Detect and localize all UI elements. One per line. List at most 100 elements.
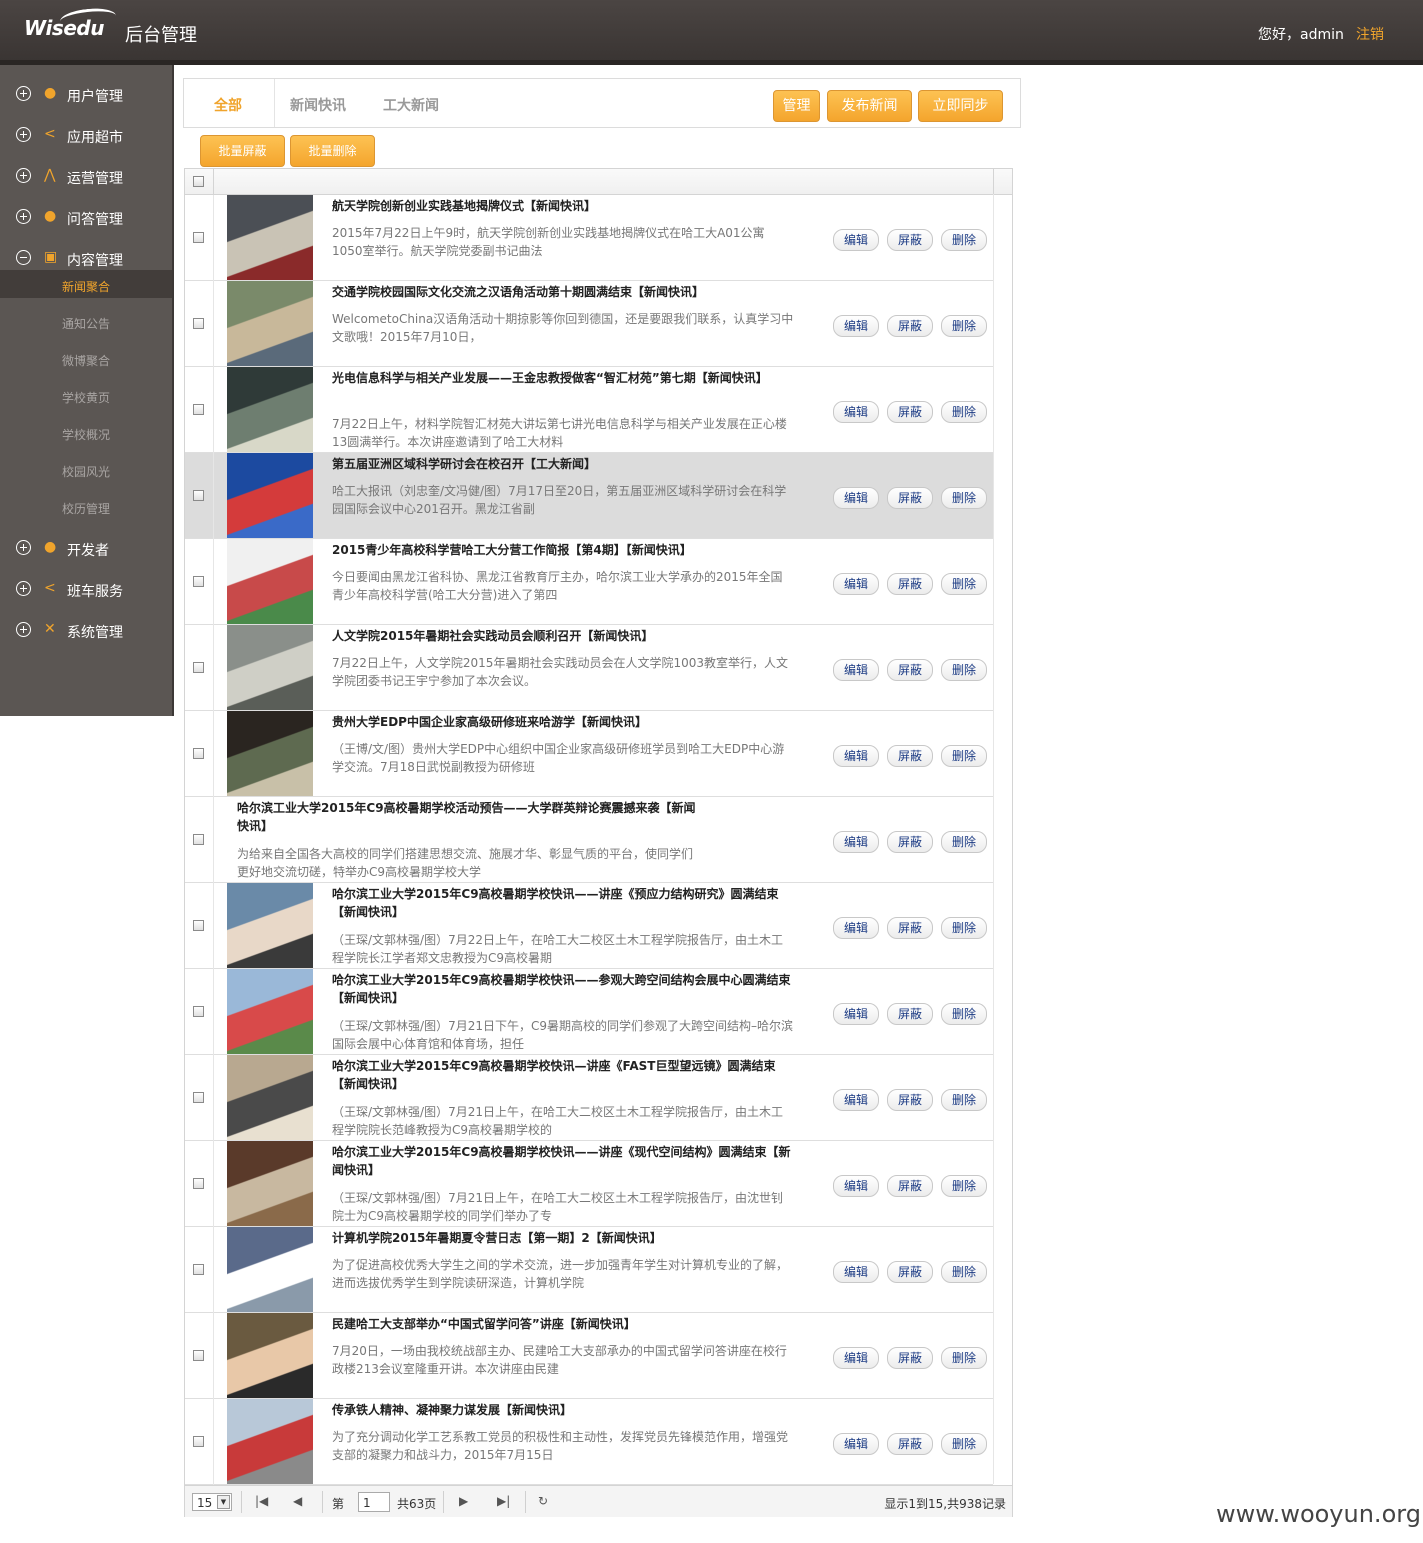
page-size-select[interactable]: 15 ▼	[192, 1493, 232, 1511]
tab-news-flash[interactable]: 新闻快讯	[290, 95, 346, 115]
sidebar-subitem-notices[interactable]: 通知公告	[0, 307, 172, 335]
hide-button[interactable]: 屏蔽	[887, 1261, 933, 1283]
edit-button[interactable]: 编辑	[833, 659, 879, 681]
delete-button[interactable]: 删除	[941, 1089, 987, 1111]
row-checkbox[interactable]	[193, 1350, 204, 1361]
news-thumbnail[interactable]	[227, 539, 313, 624]
news-thumbnail[interactable]	[227, 1141, 313, 1226]
edit-button[interactable]: 编辑	[833, 1433, 879, 1455]
row-checkbox[interactable]	[193, 232, 204, 243]
next-page-icon[interactable]: ▶	[459, 1494, 468, 1508]
sidebar-item-qa[interactable]: ● 问答管理	[0, 196, 172, 230]
news-thumbnail[interactable]	[227, 969, 313, 1054]
hide-button[interactable]: 屏蔽	[887, 1003, 933, 1025]
delete-button[interactable]: 删除	[941, 487, 987, 509]
delete-button[interactable]: 删除	[941, 573, 987, 595]
news-title[interactable]: 哈尔滨工业大学2015年C9高校暑期学校快讯—讲座《FAST巨型望远镜》圆满结束…	[332, 1057, 794, 1093]
prev-page-icon[interactable]: ◀	[293, 1494, 302, 1508]
edit-button[interactable]: 编辑	[833, 487, 879, 509]
sidebar-subitem-yellow-pages[interactable]: 学校黄页	[0, 381, 172, 409]
hide-button[interactable]: 屏蔽	[887, 1347, 933, 1369]
hide-button[interactable]: 屏蔽	[887, 917, 933, 939]
bulk-hide-button[interactable]: 批量屏蔽	[200, 135, 285, 167]
sync-now-button[interactable]: 立即同步	[918, 90, 1003, 122]
news-title[interactable]: 哈尔滨工业大学2015年C9高校暑期学校快讯——讲座《预应力结构研究》圆满结束【…	[332, 885, 794, 921]
delete-button[interactable]: 删除	[941, 1003, 987, 1025]
row-checkbox[interactable]	[193, 834, 204, 845]
sidebar-item-user-management[interactable]: ● 用户管理	[0, 73, 172, 107]
delete-button[interactable]: 删除	[941, 1347, 987, 1369]
sidebar-subitem-news[interactable]: 新闻聚合	[0, 270, 172, 298]
delete-button[interactable]: 删除	[941, 831, 987, 853]
news-thumbnail[interactable]	[227, 1055, 313, 1140]
hide-button[interactable]: 屏蔽	[887, 1175, 933, 1197]
delete-button[interactable]: 删除	[941, 659, 987, 681]
news-title[interactable]: 哈尔滨工业大学2015年C9高校暑期学校快讯——讲座《现代空间结构》圆满结束【新…	[332, 1143, 794, 1179]
delete-button[interactable]: 删除	[941, 1433, 987, 1455]
row-checkbox[interactable]	[193, 404, 204, 415]
tab-all[interactable]: 全部	[214, 95, 242, 115]
news-thumbnail[interactable]	[227, 453, 313, 538]
sidebar-subitem-calendar[interactable]: 校历管理	[0, 492, 172, 520]
hide-button[interactable]: 屏蔽	[887, 659, 933, 681]
row-checkbox[interactable]	[193, 662, 204, 673]
news-title[interactable]: 计算机学院2015年暑期夏令营日志【第一期】2【新闻快讯】	[332, 1229, 794, 1247]
news-title[interactable]: 光电信息科学与相关产业发展——王金忠教授做客“智汇材苑”第七期【新闻快讯】	[332, 369, 794, 387]
hide-button[interactable]: 屏蔽	[887, 573, 933, 595]
edit-button[interactable]: 编辑	[833, 917, 879, 939]
edit-button[interactable]: 编辑	[833, 1003, 879, 1025]
expand-icon[interactable]	[16, 622, 31, 637]
news-title[interactable]: 航天学院创新创业实践基地揭牌仪式【新闻快讯】	[332, 197, 794, 215]
hide-button[interactable]: 屏蔽	[887, 229, 933, 251]
row-checkbox[interactable]	[193, 490, 204, 501]
delete-button[interactable]: 删除	[941, 401, 987, 423]
edit-button[interactable]: 编辑	[833, 573, 879, 595]
first-page-icon[interactable]: |◀	[255, 1494, 268, 1508]
row-checkbox[interactable]	[193, 1006, 204, 1017]
edit-button[interactable]: 编辑	[833, 315, 879, 337]
expand-icon[interactable]	[16, 540, 31, 555]
news-title[interactable]: 传承铁人精神、凝神聚力谋发展【新闻快讯】	[332, 1401, 794, 1419]
row-checkbox[interactable]	[193, 1178, 204, 1189]
row-checkbox[interactable]	[193, 1436, 204, 1447]
hide-button[interactable]: 屏蔽	[887, 487, 933, 509]
sidebar-item-content[interactable]: ▣ 内容管理	[0, 237, 172, 271]
hide-button[interactable]: 屏蔽	[887, 1433, 933, 1455]
bulk-delete-button[interactable]: 批量删除	[290, 135, 375, 167]
edit-button[interactable]: 编辑	[833, 1347, 879, 1369]
expand-icon[interactable]	[16, 86, 31, 101]
news-thumbnail[interactable]	[227, 195, 313, 280]
row-checkbox[interactable]	[193, 1092, 204, 1103]
sidebar-subitem-scenery[interactable]: 校园风光	[0, 455, 172, 483]
logout-link[interactable]: 注销	[1356, 24, 1384, 44]
edit-button[interactable]: 编辑	[833, 401, 879, 423]
refresh-icon[interactable]: ↻	[538, 1494, 548, 1508]
news-thumbnail[interactable]	[227, 1227, 313, 1312]
page-number-input[interactable]: 1	[358, 1492, 390, 1512]
hide-button[interactable]: 屏蔽	[887, 315, 933, 337]
news-thumbnail[interactable]	[227, 367, 313, 452]
row-checkbox[interactable]	[193, 576, 204, 587]
hide-button[interactable]: 屏蔽	[887, 831, 933, 853]
news-title[interactable]: 2015青少年高校科学营哈工大分营工作简报【第4期】【新闻快讯】	[332, 541, 794, 559]
hide-button[interactable]: 屏蔽	[887, 1089, 933, 1111]
edit-button[interactable]: 编辑	[833, 1089, 879, 1111]
sidebar-item-developer[interactable]: ● 开发者	[0, 527, 172, 561]
select-all-checkbox[interactable]	[193, 176, 204, 187]
row-checkbox[interactable]	[193, 1264, 204, 1275]
sidebar-subitem-overview[interactable]: 学校概况	[0, 418, 172, 446]
hide-button[interactable]: 屏蔽	[887, 745, 933, 767]
news-title[interactable]: 第五届亚洲区域科学研讨会在校召开【工大新闻】	[332, 455, 794, 473]
edit-button[interactable]: 编辑	[833, 229, 879, 251]
news-title[interactable]: 哈尔滨工业大学2015年C9高校暑期学校活动预告——大学群英辩论赛震撼来袭【新闻…	[237, 799, 699, 835]
sidebar-subitem-weibo[interactable]: 微博聚合	[0, 344, 172, 372]
edit-button[interactable]: 编辑	[833, 831, 879, 853]
expand-icon[interactable]	[16, 127, 31, 142]
delete-button[interactable]: 删除	[941, 1261, 987, 1283]
publish-news-button[interactable]: 发布新闻	[827, 90, 912, 122]
sidebar-item-app-market[interactable]: < 应用超市	[0, 114, 172, 148]
news-thumbnail[interactable]	[227, 1313, 313, 1398]
last-page-icon[interactable]: ▶|	[497, 1494, 510, 1508]
expand-icon[interactable]	[16, 581, 31, 596]
delete-button[interactable]: 删除	[941, 917, 987, 939]
